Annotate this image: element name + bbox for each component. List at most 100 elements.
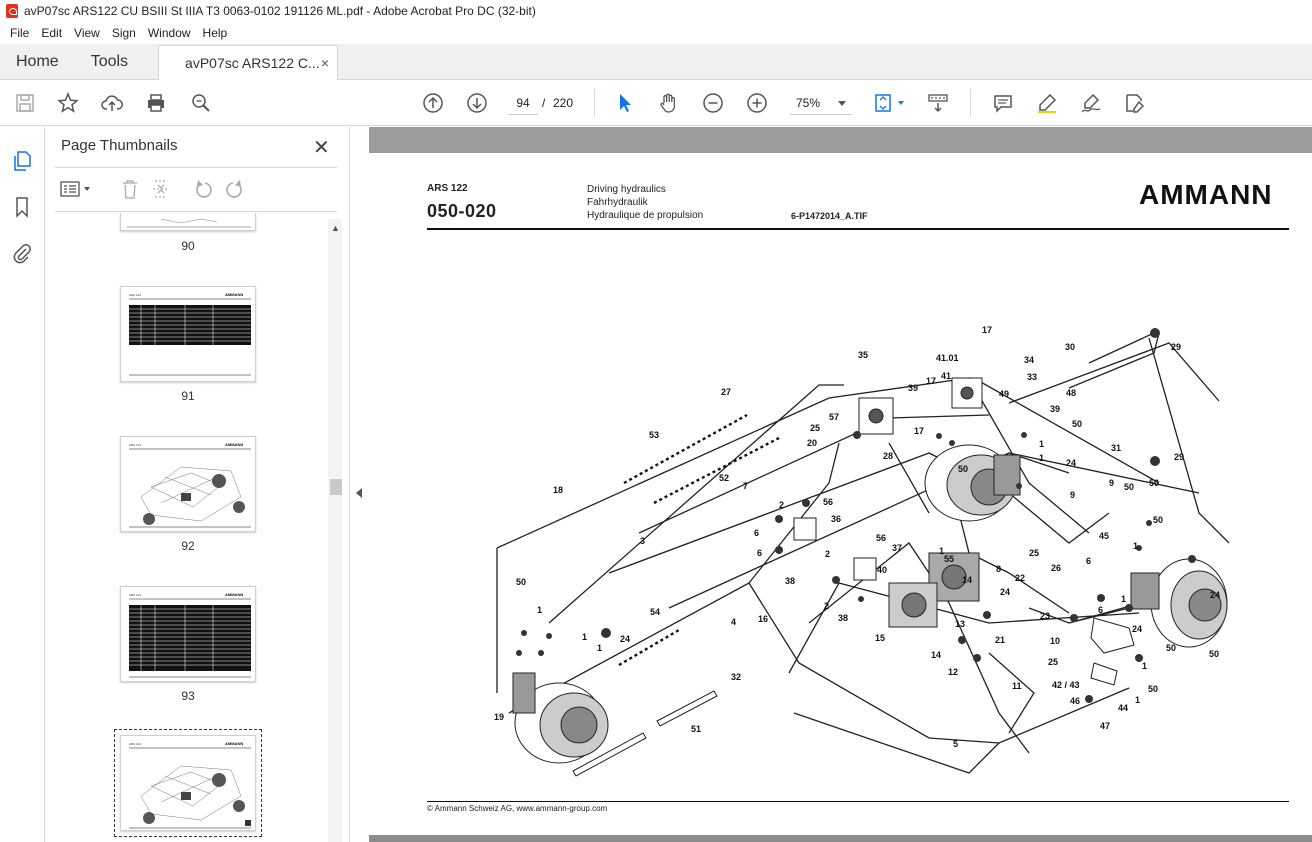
callout: 39 <box>1050 404 1060 414</box>
menu-help[interactable]: Help <box>197 26 234 40</box>
callout: 56 <box>823 497 833 507</box>
zoom-search-icon[interactable] <box>189 91 213 115</box>
callout: 1 <box>1039 439 1044 449</box>
callout: 50 <box>1153 515 1163 525</box>
scroll-up-icon[interactable]: ▲ <box>331 223 340 233</box>
callout: 24 <box>1210 590 1220 600</box>
menu-file[interactable]: File <box>4 26 35 40</box>
tab-tools[interactable]: Tools <box>75 44 144 79</box>
callout: 6 <box>754 528 759 538</box>
divider <box>55 211 337 212</box>
window-title: avP07sc ARS122 CU BSIII St IIIA T3 0063-… <box>24 4 536 18</box>
callout: 55 <box>944 554 954 564</box>
tab-document-label: avP07sc ARS122 C... <box>185 55 320 71</box>
callout: 11 <box>1012 681 1022 691</box>
callout: 10 <box>1050 636 1060 646</box>
svg-text:ARS 122: ARS 122 <box>129 593 141 597</box>
callout: 1 <box>597 643 602 653</box>
attachment-icon[interactable] <box>10 241 34 265</box>
thumbnail-options-icon[interactable] <box>60 181 90 197</box>
page-thumbnail[interactable] <box>120 213 256 231</box>
callout: 28 <box>883 451 893 461</box>
panel-title: Page Thumbnails <box>61 137 178 154</box>
page-thumbnail[interactable]: ARS 122 AMMANN <box>120 586 256 682</box>
callout: 1 <box>1133 541 1138 551</box>
thumbnail-scrollbar[interactable] <box>328 219 342 842</box>
callout: 2 <box>825 549 830 559</box>
rotate-cw-icon[interactable] <box>226 180 242 198</box>
star-icon[interactable] <box>56 91 80 115</box>
callout: 6 <box>1098 605 1103 615</box>
left-rail <box>0 127 45 842</box>
delete-page-icon[interactable] <box>123 180 137 199</box>
callout: 1 <box>1039 453 1044 463</box>
rotate-ccw-icon[interactable] <box>196 180 212 198</box>
callout: 25 <box>1029 548 1039 558</box>
page-thumbnail[interactable]: ARS 122 AMMANN <box>120 286 256 382</box>
menu-window[interactable]: Window <box>142 26 197 40</box>
page-separator: / <box>542 96 546 110</box>
callout: 38 <box>838 613 848 623</box>
hand-tool-icon[interactable] <box>657 91 681 115</box>
callout: 12 <box>948 667 958 677</box>
chevron-down-icon <box>838 101 846 106</box>
callout: 50 <box>1166 643 1176 653</box>
menu-edit[interactable]: Edit <box>35 26 68 40</box>
callout: 27 <box>721 387 731 397</box>
callout: 50 <box>1209 649 1219 659</box>
print-icon[interactable] <box>144 91 168 115</box>
callout: 6 <box>1086 556 1091 566</box>
bookmark-icon[interactable] <box>10 195 34 219</box>
close-panel-icon[interactable]: ✕ <box>313 135 330 160</box>
previous-page-icon[interactable] <box>421 91 445 115</box>
draw-sign-icon[interactable] <box>1079 91 1103 115</box>
toolbar-divider <box>970 89 971 117</box>
callout: 31 <box>1111 443 1121 453</box>
callout: 24 <box>1132 624 1142 634</box>
highlight-pen-icon[interactable] <box>1035 91 1059 115</box>
zoom-out-icon[interactable] <box>701 91 725 115</box>
callout: 52 <box>719 473 729 483</box>
fill-sign-icon[interactable] <box>1123 91 1147 115</box>
callout: 25 <box>1048 657 1058 667</box>
footer-rule <box>427 801 1289 802</box>
select-cursor-icon[interactable] <box>613 91 637 115</box>
document-viewport[interactable]: ARS 122 050-020 Driving hydraulics Fahrh… <box>369 127 1312 842</box>
callout: 39 <box>908 383 918 393</box>
fit-page-icon[interactable] <box>871 91 907 115</box>
next-page-icon[interactable] <box>465 91 489 115</box>
page-number-input[interactable]: 94 <box>508 91 538 115</box>
collapse-panel-icon[interactable] <box>356 488 362 498</box>
callout: 29 <box>1171 342 1181 352</box>
callout: 50 <box>1124 482 1134 492</box>
page-thumbnails-icon[interactable] <box>10 149 34 173</box>
menu-sign[interactable]: Sign <box>106 26 142 40</box>
scroll-mode-icon[interactable] <box>926 91 950 115</box>
comment-icon[interactable] <box>991 91 1015 115</box>
zoom-in-icon[interactable] <box>745 91 769 115</box>
zoom-select[interactable]: 75% <box>790 91 852 115</box>
close-tab-icon[interactable]: × <box>321 55 329 71</box>
callout: 16 <box>758 614 768 624</box>
tab-document[interactable]: avP07sc ARS122 C... × <box>158 45 339 80</box>
callout: 51 <box>691 724 701 734</box>
hydraulic-diagram: 17 29 30 35 41.01 34 41 33 39 49 48 39 1… <box>494 325 1230 777</box>
callout: 18 <box>553 485 563 495</box>
upload-cloud-icon[interactable] <box>100 91 124 115</box>
thumbnail-label: 92 <box>181 539 195 553</box>
callout: 35 <box>858 350 868 360</box>
save-icon[interactable] <box>13 91 37 115</box>
callout: 26 <box>1051 563 1061 573</box>
page-thumbnail-selected[interactable]: ARS 122 AMMANN <box>114 729 262 837</box>
callout: 37 <box>892 543 902 553</box>
scrollbar-thumb[interactable] <box>330 479 342 495</box>
next-page-edge <box>369 835 1312 842</box>
extract-page-icon[interactable] <box>153 180 169 198</box>
menu-bar: File Edit View Sign Window Help <box>0 22 1312 44</box>
page-thumbnail[interactable]: ARS 122 AMMANN <box>120 436 256 532</box>
callout: 42 / 43 <box>1052 680 1080 690</box>
callout: 2 <box>824 601 829 611</box>
menu-view[interactable]: View <box>68 26 106 40</box>
tab-home[interactable]: Home <box>0 44 75 79</box>
callout: 15 <box>875 633 885 643</box>
